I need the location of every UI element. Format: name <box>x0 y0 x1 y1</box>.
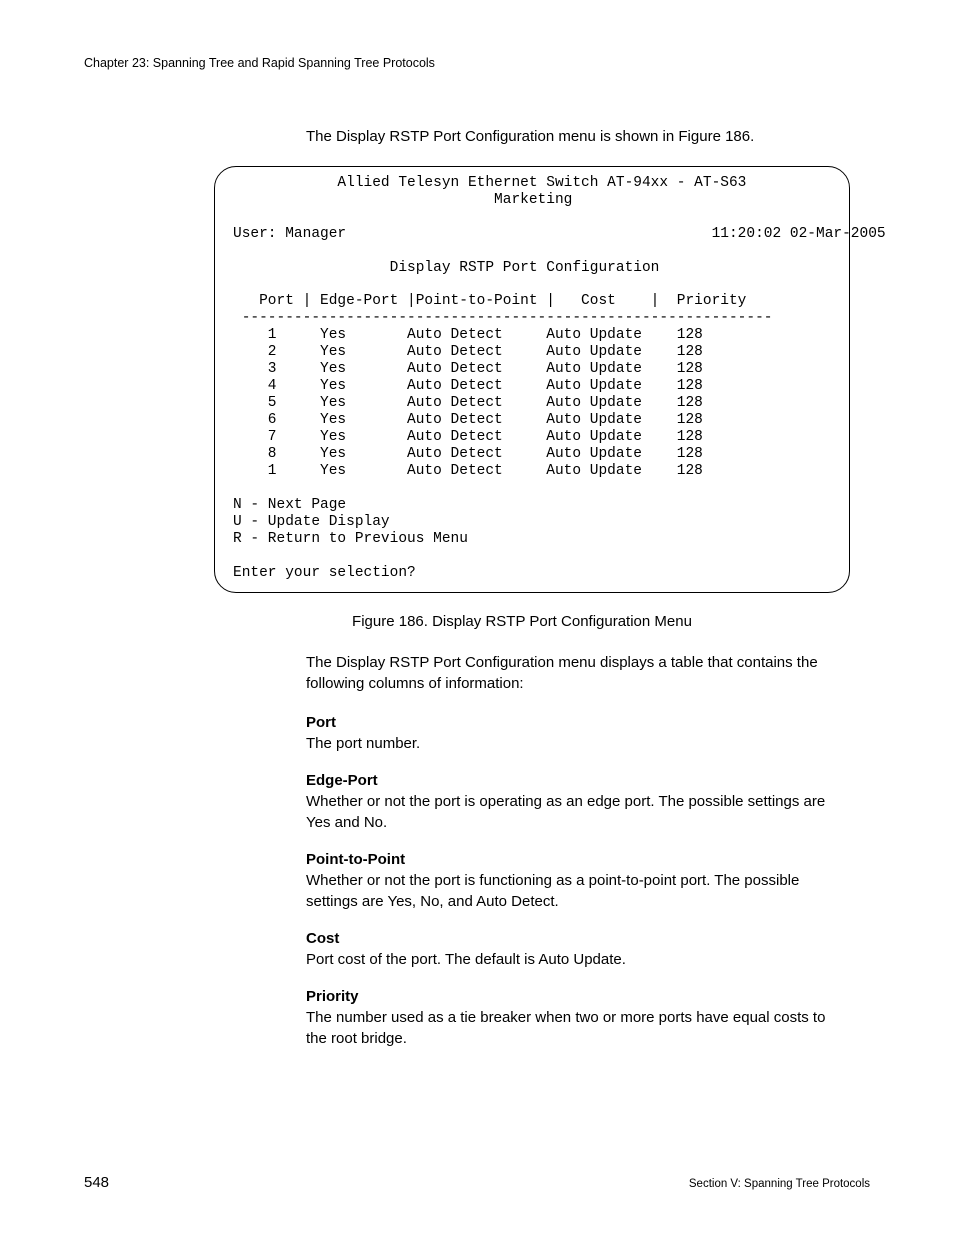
page-number: 548 <box>84 1174 109 1191</box>
definition-port: Port The port number. <box>306 712 826 754</box>
body-paragraph: The Display RSTP Port Configuration menu… <box>306 652 826 694</box>
intro-paragraph: The Display RSTP Port Configuration menu… <box>306 126 870 148</box>
definition-point-to-point: Point-to-Point Whether or not the port i… <box>306 849 826 912</box>
definition-desc: Whether or not the port is operating as … <box>306 793 825 831</box>
figure-caption: Figure 186. Display RSTP Port Configurat… <box>204 613 840 630</box>
definition-desc: Port cost of the port. The default is Au… <box>306 951 626 968</box>
definition-term: Cost <box>306 928 826 949</box>
definition-desc: Whether or not the port is functioning a… <box>306 872 799 910</box>
terminal-screen: Allied Telesyn Ethernet Switch AT-94xx -… <box>214 166 850 593</box>
definition-term: Point-to-Point <box>306 849 826 870</box>
section-label: Section V: Spanning Tree Protocols <box>689 1178 870 1190</box>
definition-desc: The port number. <box>306 735 420 752</box>
definition-priority: Priority The number used as a tie breake… <box>306 986 826 1049</box>
page-footer: 548 Section V: Spanning Tree Protocols <box>84 1174 870 1191</box>
definition-term: Port <box>306 712 826 733</box>
definition-edge-port: Edge-Port Whether or not the port is ope… <box>306 770 826 833</box>
definition-term: Edge-Port <box>306 770 826 791</box>
definition-cost: Cost Port cost of the port. The default … <box>306 928 826 970</box>
definition-desc: The number used as a tie breaker when tw… <box>306 1009 825 1047</box>
chapter-header: Chapter 23: Spanning Tree and Rapid Span… <box>84 56 870 70</box>
definition-term: Priority <box>306 986 826 1007</box>
